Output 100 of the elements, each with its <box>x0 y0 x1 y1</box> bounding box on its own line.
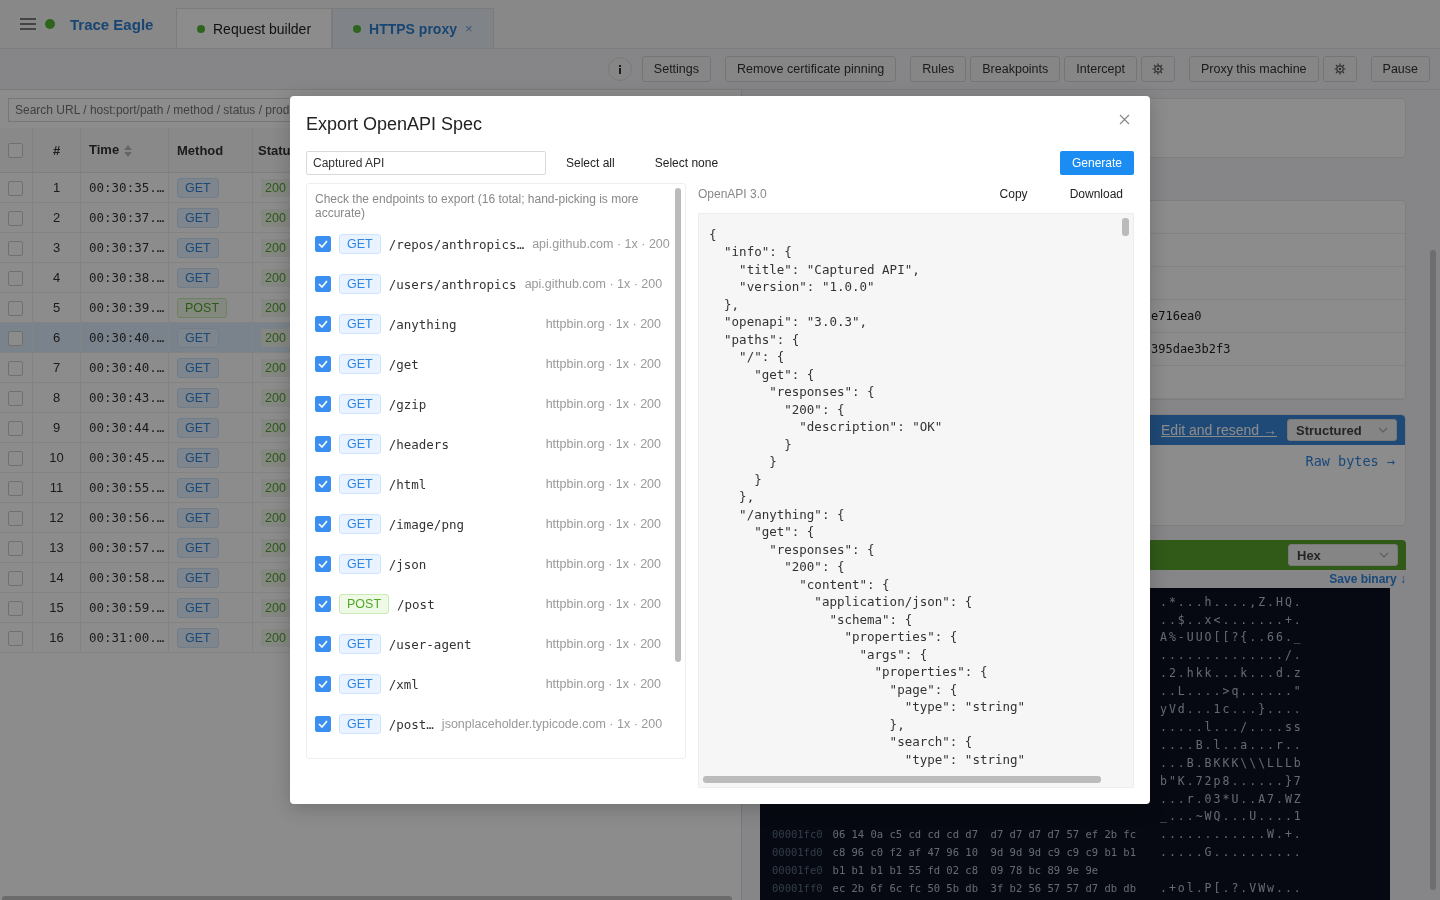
hex-ascii: .....G.......... <box>1160 844 1303 862</box>
checkbox[interactable] <box>8 180 23 196</box>
hint-text: Check the endpoints to export (16 total; hand-picking is more accurate) <box>315 192 640 220</box>
menu-icon[interactable] <box>20 18 36 30</box>
toolbar-button[interactable]: Proxy this machine <box>1188 56 1319 82</box>
hex-ascii: ..L....>q......" <box>1160 683 1303 701</box>
table-cell: 00:30:38.… <box>80 262 169 293</box>
checkbox[interactable] <box>8 450 23 466</box>
checkbox[interactable] <box>315 596 331 612</box>
toolbar-button[interactable]: Rules <box>910 56 967 82</box>
toolbar-button[interactable]: Remove certificate pinning <box>725 56 897 82</box>
select-all-checkbox[interactable] <box>8 143 23 159</box>
checkbox[interactable] <box>8 390 23 406</box>
status-badge: 200 <box>261 358 290 377</box>
check-icon <box>318 640 328 648</box>
status-badge: 200 <box>261 508 290 527</box>
method-badge: GET <box>177 387 219 408</box>
toolbar-button[interactable]: Settings <box>641 56 711 82</box>
checkbox[interactable] <box>315 716 331 732</box>
endpoint-path: /xml <box>388 676 419 692</box>
tab[interactable]: HTTPS proxy × <box>332 8 494 48</box>
status-badge: 200 <box>261 418 290 437</box>
status-badge: 200 <box>261 538 290 557</box>
close-icon <box>1119 114 1130 125</box>
edit-and-resend-link[interactable]: Edit and resend → <box>1161 422 1277 438</box>
table-cell: 2 <box>32 202 81 233</box>
checkbox[interactable] <box>315 676 331 692</box>
hex-ascii: ...B.BKKK\\\LLLb <box>1160 754 1303 772</box>
endpoint-meta: httpbin.org · 1x · 200 <box>545 437 661 451</box>
scrollbar[interactable] <box>675 188 681 662</box>
endpoint-meta: jsonplaceholder.typicode.com · 1x · 200 <box>441 717 663 731</box>
format-select[interactable]: Hex <box>1288 544 1398 566</box>
check-icon <box>318 440 328 448</box>
checkbox[interactable] <box>8 540 23 556</box>
spec-version: OpenAPI 3.0 <box>698 186 767 201</box>
generate-button[interactable]: Generate <box>1059 151 1134 175</box>
table-cell: 8 <box>32 382 81 413</box>
close-button[interactable] <box>1117 112 1132 127</box>
scrollbar[interactable] <box>1122 217 1129 236</box>
toolbar-button[interactable]: Intercept <box>1064 56 1137 82</box>
method-badge: GET <box>339 714 381 734</box>
checkbox[interactable] <box>8 600 23 616</box>
settings-button[interactable] <box>1140 56 1175 82</box>
checkbox[interactable] <box>315 636 331 652</box>
endpoint-path: /image/png <box>388 516 464 532</box>
settings-icon <box>1333 63 1346 75</box>
checkbox[interactable] <box>8 420 23 436</box>
table-cell: 5 <box>32 292 81 323</box>
checkbox[interactable] <box>315 436 331 452</box>
select-none-button[interactable]: Select none <box>634 151 739 175</box>
status-badge: 200 <box>261 448 290 467</box>
copy-button[interactable]: Copy <box>988 186 1039 201</box>
format-select[interactable]: Structured <box>1287 419 1397 441</box>
name-field[interactable]: Captured API <box>306 151 546 175</box>
checkbox[interactable] <box>8 210 23 226</box>
select-all-button[interactable]: Select all <box>546 151 635 175</box>
checkbox[interactable] <box>8 360 23 376</box>
hex-ascii: yVd...1c...}.... <box>1160 701 1303 719</box>
column-header[interactable]: Time <box>80 128 169 173</box>
checkbox[interactable] <box>8 240 23 256</box>
checkbox[interactable] <box>8 300 23 316</box>
checkbox[interactable] <box>315 516 331 532</box>
table-cell: 13 <box>32 532 81 563</box>
checkbox[interactable] <box>315 276 331 292</box>
method-badge: POST <box>177 297 228 318</box>
checkbox[interactable] <box>8 630 23 646</box>
save-binary-link[interactable]: Save binary ↓ <box>1329 572 1406 586</box>
hex-offset: 00001fe0 <box>772 863 823 879</box>
checkbox[interactable] <box>8 270 23 286</box>
checkbox[interactable] <box>315 476 331 492</box>
status-badge: 200 <box>261 628 290 647</box>
checkbox[interactable] <box>315 556 331 572</box>
hex-ascii: A%-UUO[[?{..66._ <box>1160 629 1303 647</box>
status-badge: 200 <box>261 268 290 287</box>
scrollbar[interactable] <box>1430 250 1436 890</box>
settings-button[interactable] <box>1322 56 1357 82</box>
checkbox[interactable] <box>315 396 331 412</box>
table-cell: 00:30:40.… <box>80 352 169 383</box>
endpoint-meta: httpbin.org · 1x · 200 <box>545 517 661 531</box>
table-cell: 00:30:55.… <box>80 472 169 503</box>
scrollbar[interactable] <box>703 776 1101 783</box>
download-button[interactable]: Download <box>1058 186 1134 201</box>
info-button[interactable] <box>607 57 632 81</box>
checkbox[interactable] <box>8 570 23 586</box>
checkbox[interactable] <box>315 236 331 252</box>
check-icon <box>318 600 328 608</box>
checkbox[interactable] <box>8 480 23 496</box>
toolbar-button[interactable]: Breakpoints <box>970 56 1061 82</box>
check-icon <box>318 480 328 488</box>
tab[interactable]: Request builder <box>176 8 333 48</box>
checkbox[interactable] <box>315 316 331 332</box>
hex-ascii: .+ol.P[.?.VWw... <box>1160 880 1303 898</box>
checkbox[interactable] <box>315 356 331 372</box>
checkbox[interactable] <box>8 330 23 346</box>
checkbox[interactable] <box>8 510 23 526</box>
endpoint-meta: httpbin.org · 1x · 200 <box>545 637 661 651</box>
table-cell: 00:30:44.… <box>80 412 169 443</box>
raw-bytes-link[interactable]: Raw bytes → <box>1305 453 1395 469</box>
method-badge: GET <box>339 394 381 414</box>
toolbar-button[interactable]: Pause <box>1370 56 1430 82</box>
